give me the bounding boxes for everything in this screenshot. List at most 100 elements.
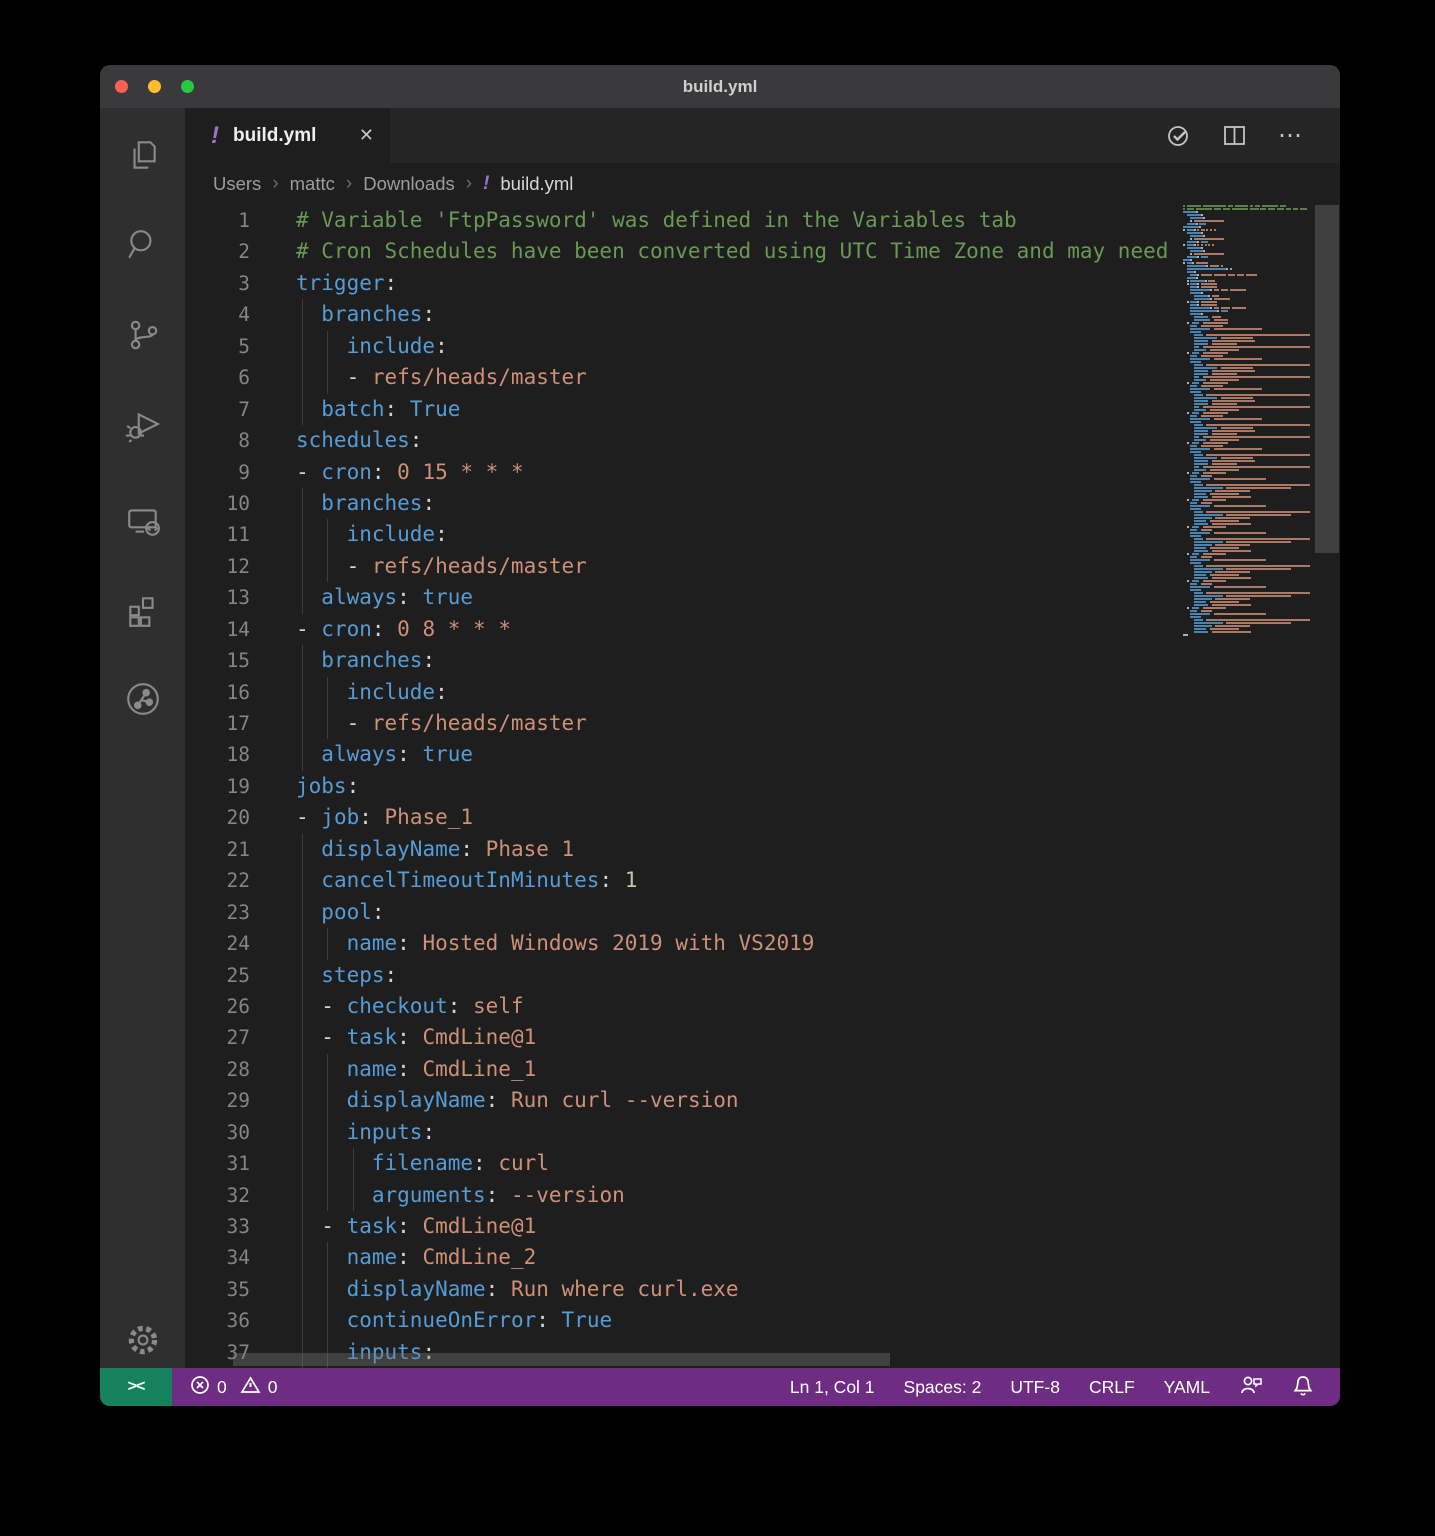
code-line[interactable]: 2 # Cron Schedules have been converted us… <box>185 236 1183 267</box>
code-line[interactable]: 31 filename: curl <box>185 1148 1183 1179</box>
line-number: 33 <box>185 1211 250 1242</box>
indent-guide <box>327 1085 328 1116</box>
code-line[interactable]: 9- cron: 0 15 * * * <box>185 457 1183 488</box>
line-content: continueOnError: True <box>296 1305 612 1336</box>
code-line[interactable]: 15 branches: <box>185 645 1183 676</box>
indent-guide <box>327 708 328 739</box>
indent-guide <box>327 1242 328 1273</box>
eol-setting[interactable]: CRLF <box>1089 1377 1135 1398</box>
code-line[interactable]: 11 include: <box>185 519 1183 550</box>
minimap[interactable] <box>1183 205 1313 1368</box>
encoding[interactable]: UTF-8 <box>1010 1377 1060 1398</box>
code-line[interactable]: 26 - checkout: self <box>185 991 1183 1022</box>
cursor-position[interactable]: Ln 1, Col 1 <box>790 1377 875 1398</box>
line-content: - checkout: self <box>296 991 524 1022</box>
indentation-setting[interactable]: Spaces: 2 <box>904 1377 982 1398</box>
tab-build-yml[interactable]: ! build.yml ✕ <box>185 108 390 163</box>
line-number: 22 <box>185 865 250 896</box>
code-line[interactable]: 16 include: <box>185 677 1183 708</box>
line-number: 2 <box>185 236 250 267</box>
indent-guide <box>302 897 303 928</box>
line-content: # Variable 'FtpPassword' was defined in … <box>296 205 1017 236</box>
code-line[interactable]: 22 cancelTimeoutInMinutes: 1 <box>185 865 1183 896</box>
code-line[interactable]: 33 - task: CmdLine@1 <box>185 1211 1183 1242</box>
indent-guide <box>302 677 303 708</box>
code-line[interactable]: 4 branches: <box>185 299 1183 330</box>
remote-explorer-icon[interactable] <box>100 495 185 547</box>
editor[interactable]: 1# Variable 'FtpPassword' was defined in… <box>185 205 1340 1368</box>
notifications-bell-icon[interactable] <box>1292 1374 1314 1401</box>
code-line[interactable]: 13 always: true <box>185 582 1183 613</box>
code-line[interactable]: 10 branches: <box>185 488 1183 519</box>
code-line[interactable]: 20- job: Phase_1 <box>185 802 1183 833</box>
pipelines-icon[interactable] <box>100 673 185 725</box>
breadcrumb-item-downloads[interactable]: Downloads <box>363 173 455 195</box>
problems-indicator[interactable]: 0 0 <box>190 1375 277 1400</box>
code-line[interactable]: 32 arguments: --version <box>185 1180 1183 1211</box>
code-line[interactable]: 3trigger: <box>185 268 1183 299</box>
indent-guide <box>327 1054 328 1085</box>
code-line[interactable]: 27 - task: CmdLine@1 <box>185 1022 1183 1053</box>
breadcrumb-separator: › <box>346 173 352 195</box>
search-icon[interactable] <box>100 219 185 271</box>
code-line[interactable]: 36 continueOnError: True <box>185 1305 1183 1336</box>
code-line[interactable]: 21 displayName: Phase 1 <box>185 834 1183 865</box>
extensions-icon[interactable] <box>100 585 185 637</box>
indent-guide <box>353 1148 354 1179</box>
code-line[interactable]: 24 name: Hosted Windows 2019 with VS2019 <box>185 928 1183 959</box>
split-editor-icon[interactable] <box>1222 123 1248 149</box>
status-bar: >< 0 0 Ln 1, Col 1 <box>100 1368 1340 1406</box>
code-line[interactable]: 1# Variable 'FtpPassword' was defined in… <box>185 205 1183 236</box>
line-content: filename: curl <box>296 1148 549 1179</box>
language-mode[interactable]: YAML <box>1164 1377 1210 1398</box>
line-content: always: true <box>296 739 473 770</box>
indent-guide <box>302 1180 303 1211</box>
code-line[interactable]: 30 inputs: <box>185 1117 1183 1148</box>
code-line[interactable]: 6 - refs/heads/master <box>185 362 1183 393</box>
code-line[interactable]: 14- cron: 0 8 * * * <box>185 614 1183 645</box>
line-number: 6 <box>185 362 250 393</box>
code-line[interactable]: 34 name: CmdLine_2 <box>185 1242 1183 1273</box>
vscode-window: build.yml <box>100 65 1340 1406</box>
screenshot-root: build.yml <box>0 0 1435 1536</box>
code-line[interactable]: 12 - refs/heads/master <box>185 551 1183 582</box>
line-number: 25 <box>185 960 250 991</box>
settings-gear-icon[interactable] <box>100 1314 185 1366</box>
indent-guide <box>302 1242 303 1273</box>
line-number: 21 <box>185 834 250 865</box>
open-changes-icon[interactable] <box>1166 123 1192 149</box>
tab-close-icon[interactable]: ✕ <box>357 123 376 148</box>
indent-guide <box>327 331 328 362</box>
indent-guide <box>302 991 303 1022</box>
code-line[interactable]: 29 displayName: Run curl --version <box>185 1085 1183 1116</box>
remote-indicator[interactable]: >< <box>100 1368 172 1406</box>
line-number: 26 <box>185 991 250 1022</box>
line-number: 16 <box>185 677 250 708</box>
line-content: # Cron Schedules have been converted usi… <box>296 236 1168 267</box>
code-line[interactable]: 35 displayName: Run where curl.exe <box>185 1274 1183 1305</box>
feedback-icon[interactable] <box>1239 1374 1263 1401</box>
code-line[interactable]: 17 - refs/heads/master <box>185 708 1183 739</box>
code-line[interactable]: 5 include: <box>185 331 1183 362</box>
run-and-debug-icon[interactable] <box>100 399 185 451</box>
window-title: build.yml <box>100 65 1340 108</box>
code-line[interactable]: 18 always: true <box>185 739 1183 770</box>
code-line[interactable]: 7 batch: True <box>185 394 1183 425</box>
code-line[interactable]: 28 name: CmdLine_1 <box>185 1054 1183 1085</box>
line-content: inputs: <box>296 1117 435 1148</box>
code-line[interactable]: 23 pool: <box>185 897 1183 928</box>
line-number: 18 <box>185 739 250 770</box>
breadcrumb-item-file[interactable]: build.yml <box>500 173 573 195</box>
code-line[interactable]: 8schedules: <box>185 425 1183 456</box>
code-line[interactable]: 19jobs: <box>185 771 1183 802</box>
title-bar[interactable]: build.yml <box>100 65 1340 108</box>
vertical-scrollbar[interactable] <box>1315 205 1339 553</box>
more-actions-icon[interactable]: ⋯ <box>1278 121 1304 150</box>
indent-guide <box>302 1305 303 1336</box>
source-control-icon[interactable] <box>100 309 185 361</box>
explorer-icon[interactable] <box>100 129 185 181</box>
code-line[interactable]: 25 steps: <box>185 960 1183 991</box>
breadcrumb-item-users[interactable]: Users <box>213 173 261 195</box>
breadcrumb-item-mattc[interactable]: mattc <box>290 173 335 195</box>
horizontal-scrollbar[interactable] <box>233 1353 890 1366</box>
